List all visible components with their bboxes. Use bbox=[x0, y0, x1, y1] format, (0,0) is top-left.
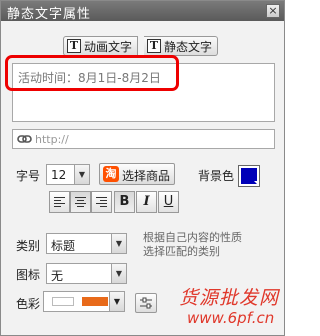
chevron-down-icon: ▼ bbox=[74, 165, 89, 184]
link-url-placeholder: http:// bbox=[35, 133, 69, 146]
category-value: 标题 bbox=[51, 239, 76, 253]
underline-button[interactable]: U bbox=[158, 191, 179, 213]
chevron-down-icon: ▼ bbox=[109, 292, 124, 311]
category-hint-line: 选择匹配的类别 bbox=[143, 245, 220, 258]
icon-value: 无 bbox=[51, 269, 64, 283]
align-left-icon bbox=[50, 192, 69, 212]
link-url-input[interactable]: http:// bbox=[12, 129, 275, 149]
category-select[interactable]: 标题 ▼ bbox=[46, 233, 127, 254]
category-hint: 根据自己内容的性质 选择匹配的类别 bbox=[143, 231, 242, 259]
color-scheme-select[interactable]: ▼ bbox=[43, 291, 125, 312]
format-toolbar: B I U bbox=[49, 191, 183, 213]
watermark-title: 货源批发网 bbox=[179, 287, 280, 309]
select-goods-label: 选择商品 bbox=[122, 169, 171, 183]
title-bar: 静态文字属性 × bbox=[1, 1, 284, 22]
align-center-button[interactable] bbox=[70, 191, 91, 213]
tab-label: 动画文字 bbox=[84, 39, 133, 54]
category-label: 类别 bbox=[16, 239, 41, 253]
icon-select[interactable]: 无 ▼ bbox=[46, 263, 127, 284]
category-hint-line: 根据自己内容的性质 bbox=[143, 231, 242, 244]
tab-label: 静态文字 bbox=[164, 39, 213, 54]
tab-animated-text[interactable]: T 动画文字 bbox=[63, 36, 139, 56]
background-color-picker[interactable] bbox=[238, 165, 260, 187]
align-right-icon bbox=[92, 192, 111, 212]
align-left-button[interactable] bbox=[49, 191, 70, 213]
align-right-button[interactable] bbox=[91, 191, 112, 213]
font-size-select[interactable]: 12 ▼ bbox=[46, 164, 90, 185]
dropdown-triangle-icon bbox=[254, 181, 258, 185]
sliders-icon bbox=[140, 297, 152, 309]
link-icon bbox=[17, 135, 32, 143]
watermark-url: www.6pf.cn bbox=[187, 309, 275, 327]
italic-button[interactable]: I bbox=[136, 191, 157, 213]
color-label: 色彩 bbox=[16, 297, 41, 311]
text-type-icon: T bbox=[147, 39, 161, 53]
text-type-icon: T bbox=[67, 39, 81, 53]
close-button[interactable]: × bbox=[266, 4, 280, 18]
select-goods-button[interactable]: 淘 选择商品 bbox=[99, 163, 175, 185]
color-adjust-button[interactable] bbox=[135, 293, 157, 313]
tab-static-text[interactable]: T 静态文字 bbox=[144, 36, 219, 56]
chevron-down-icon: ▼ bbox=[111, 264, 126, 283]
taobao-icon: 淘 bbox=[103, 166, 119, 182]
panel-title: 静态文字属性 bbox=[7, 7, 92, 22]
color-swatch-orange bbox=[82, 297, 108, 306]
bold-button[interactable]: B bbox=[114, 191, 135, 213]
font-size-value: 12 bbox=[51, 168, 67, 182]
color-swatch-white bbox=[52, 297, 74, 306]
align-center-icon bbox=[71, 192, 90, 212]
font-size-label: 字号 bbox=[16, 169, 41, 183]
background-color-label: 背景色 bbox=[198, 169, 235, 183]
chevron-down-icon: ▼ bbox=[111, 234, 126, 253]
static-text-properties-panel: 静态文字属性 × T 动画文字 T 静态文字 活动时间：8月1日-8月2日 ht… bbox=[0, 0, 285, 336]
icon-label: 图标 bbox=[16, 268, 41, 282]
highlight-annotation bbox=[5, 55, 179, 91]
